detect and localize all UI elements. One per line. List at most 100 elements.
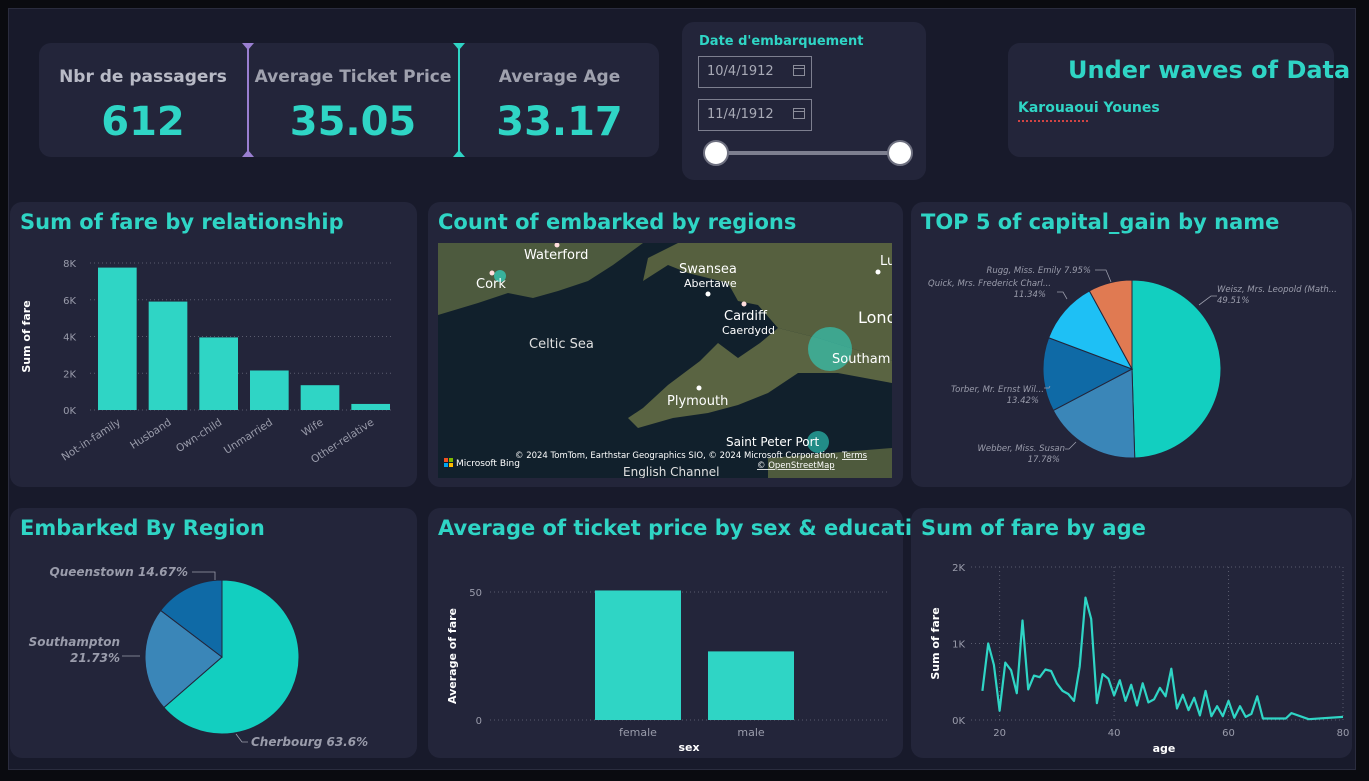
branding-author: Karouaoui Younes [1018,100,1160,116]
x-tick-label: male [737,726,765,739]
x-tick-label: 80 [1337,728,1350,739]
map-terms-link[interactable]: Terms [841,451,868,461]
slice-value-label: 21.73% [70,651,120,665]
kpi-avg-age-label: Average Age [498,67,621,87]
map-label-lu: Lu [880,254,892,269]
end-date-input[interactable]: 11/4/1912 [698,99,812,131]
bar[interactable] [148,301,188,410]
slice-label: Queenstown 14.67% [50,565,188,579]
capital-gain-card[interactable]: TOP 5 of capital_gain by name Weisz, Mrs… [911,202,1352,487]
range-end-handle[interactable] [887,140,913,166]
series-line[interactable] [981,596,1344,721]
bar[interactable] [199,337,238,410]
slice-value-label: 13.42% [1007,396,1039,406]
map-dot [489,270,495,276]
slice-label: Torber, Mr. Ernst Wil... [951,385,1044,395]
x-axis-title: sex [678,741,699,754]
y-tick-label: 2K [952,563,965,574]
slice-label: Cherbourg 63.6% [251,735,368,749]
kpi-avg-ticket[interactable]: Average Ticket Price 35.05 [249,43,457,157]
map-label-waterford: Waterford [524,248,588,263]
x-tick-label: 40 [1108,728,1121,739]
leader-line [1057,291,1068,300]
map-label-london: Lond [858,308,892,327]
map-label-cardiff: Cardiff [724,309,768,324]
embarked-region-chart: Queenstown 14.67% Southampton 21.73% Cherbo… [29,565,369,749]
y-tick-label: 1K [952,640,965,651]
bar[interactable] [250,370,289,410]
kpi-avg-ticket-value: 35.05 [289,99,417,145]
end-date-value: 11/4/1912 [707,107,774,122]
map-dot [741,301,747,307]
slice-value-label: 11.34% [1014,290,1046,300]
date-range-track[interactable] [715,151,901,155]
slice-label: Southampton [29,635,120,649]
y-tick-label: 4K [63,333,76,344]
map-card[interactable]: Count of embarked by regions Waterford C… [428,202,903,487]
y-tick-label: 50 [469,588,482,599]
calendar-icon[interactable] [793,65,805,76]
start-date-value: 10/4/1912 [707,64,774,79]
y-tick-label: 0K [63,406,76,417]
branding-title: Under waves of Data [1068,56,1351,84]
ticket-by-sex-card[interactable]: Average of ticket price by sex & educati… [428,508,941,758]
start-date-input[interactable]: 10/4/1912 [698,56,812,88]
kpi-passengers-label: Nbr de passagers [59,67,227,87]
bar[interactable] [300,385,340,410]
report-canvas: Nbr de passagers 612 Average Ticket Pric… [8,8,1356,770]
x-axis-title: age [1153,742,1176,755]
date-slicer-title: Date d'embarquement [699,34,864,49]
y-tick-label: 6K [63,296,76,307]
map-attribution: © 2024 TomTom, Earthstar Geographics SIO… [515,451,838,461]
map-logo-text: Microsoft Bing [456,459,520,469]
leader-line [192,571,216,580]
leader-line [1198,295,1217,306]
fare-by-relationship-card[interactable]: Sum of fare by relationship 0K 2K 4K 6K 8K Su… [10,202,417,487]
x-tick-label: Husband [128,416,173,451]
kpi-passengers-value: 612 [101,99,185,145]
map-view[interactable]: Waterford Cork Swansea Abertawe Cardiff … [438,243,892,478]
y-tick-label: 0K [952,716,965,727]
map-label-southampton: Southam [832,352,890,367]
ticket-by-sex-chart: 0 50 Average of fare female male sex [446,588,890,754]
embarked-region-card[interactable]: Embarked By Region Queenstown 14.67% Sout… [10,508,417,758]
map-osm-link[interactable]: © OpenStreetMap [757,461,835,471]
fare-by-age-card[interactable]: Sum of fare by age 0K 1K 2K 20 40 60 80 Sum of … [911,508,1352,758]
kpi-avg-age-value: 33.17 [496,99,623,145]
x-tick-label: Not-in-family [59,416,123,463]
map-label-celtic-sea: Celtic Sea [529,337,594,352]
bar[interactable] [98,267,137,410]
y-tick-label: 2K [63,369,76,380]
leader-line [1095,269,1112,283]
y-tick-label: 8K [63,259,76,270]
map-dot [875,269,881,275]
slice-label: Weisz, Mrs. Leopold (Math... [1217,285,1337,295]
y-axis-title: Sum of fare [20,300,33,372]
date-slicer: Date d'embarquement 10/4/1912 11/4/1912 [682,22,926,180]
range-start-handle[interactable] [703,140,729,166]
slice-label: Webber, Miss. Susan [977,444,1065,454]
map-label-cork: Cork [476,277,506,292]
spellcheck-underline [1018,120,1088,122]
bar[interactable] [595,590,681,720]
map-label-swansea: Swansea [679,262,737,277]
map-label-saint-peter-port: Saint Peter Port [726,435,820,449]
capital-gain-chart: Weisz, Mrs. Leopold (Math...49.51% Webber… [928,266,1337,465]
slice-label: Rugg, Miss. Emily 7.95% [986,266,1091,276]
kpi-passengers[interactable]: Nbr de passagers 612 [39,43,247,157]
x-tick-label: 20 [993,728,1006,739]
slice-label: Quick, Mrs. Frederick Charl... [928,279,1051,289]
fare-by-relationship-chart: 0K 2K 4K 6K 8K Sum of fare Not-in-family Husban… [20,259,394,466]
bar[interactable] [351,403,390,410]
map-dot [696,385,702,391]
x-tick-label: female [619,726,657,739]
calendar-icon[interactable] [793,108,805,119]
y-axis-title: Sum of fare [929,607,942,679]
slice-value-label: 17.78% [1028,455,1060,465]
capital-gain-slice[interactable] [1131,279,1222,459]
kpi-avg-age[interactable]: Average Age 33.17 [460,43,659,157]
map-title: Count of embarked by regions [438,210,797,234]
bar[interactable] [708,651,794,720]
leader-line [235,733,248,743]
y-tick-label: 0 [476,716,482,727]
